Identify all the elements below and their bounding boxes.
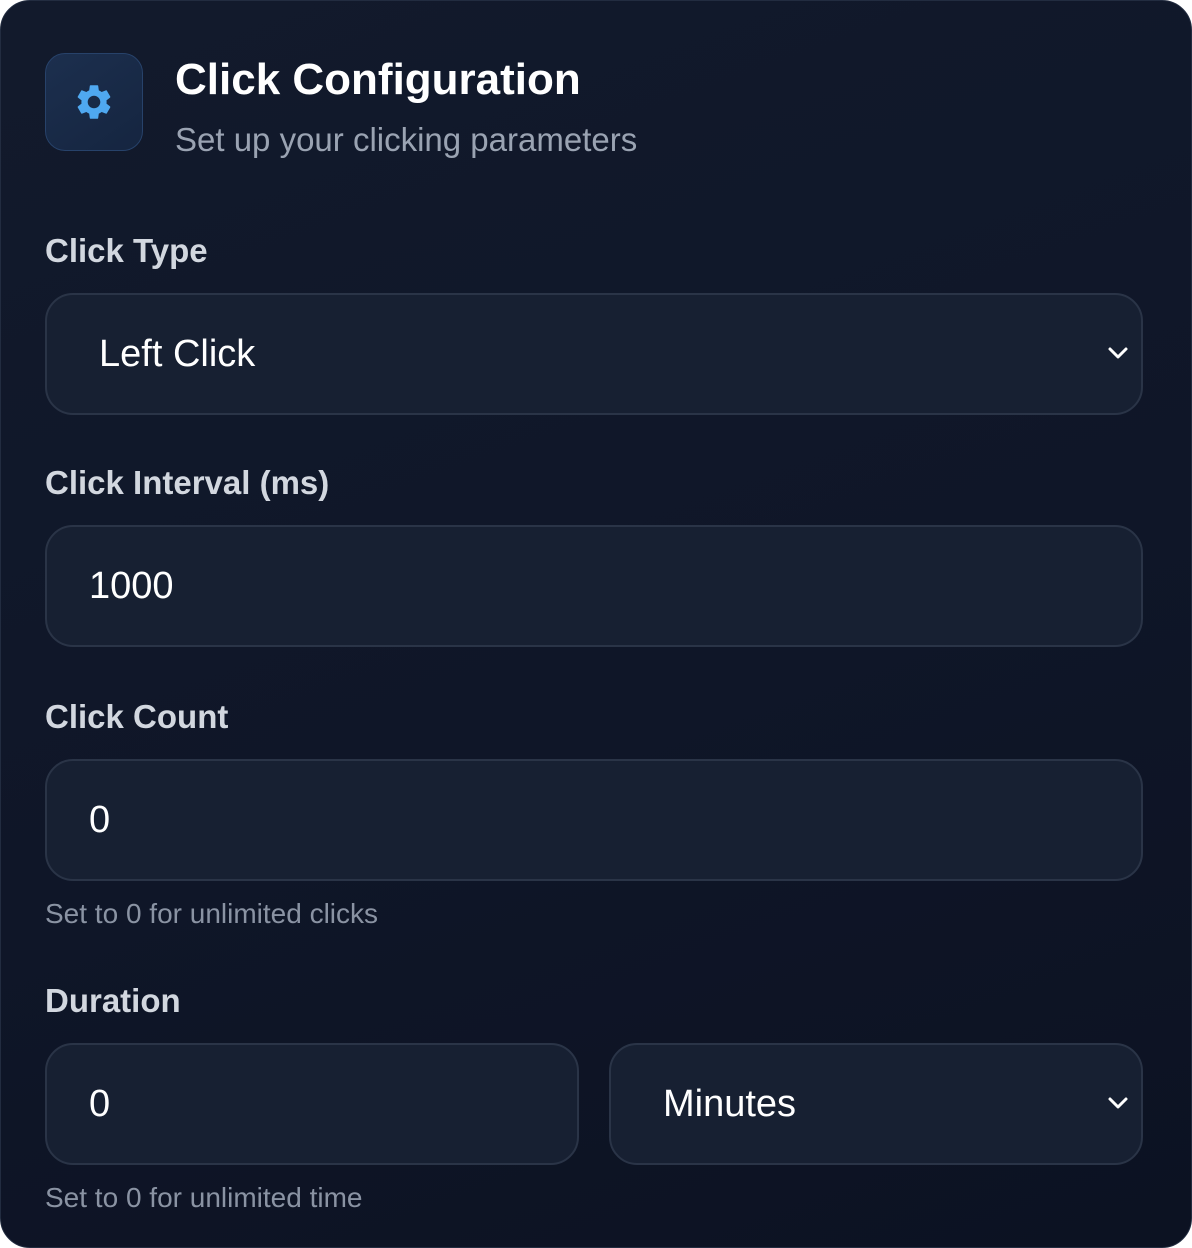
- gear-icon: [77, 85, 111, 119]
- click-interval-value: 1000: [89, 564, 174, 607]
- click-interval-label: Click Interval (ms): [45, 464, 330, 501]
- click-type-value: Left Click: [99, 332, 256, 375]
- click-interval-input[interactable]: 1000: [45, 525, 1143, 647]
- click-count-hint: Set to 0 for unlimited clicks: [45, 898, 379, 929]
- duration-hint: Set to 0 for unlimited time: [45, 1182, 363, 1213]
- click-count-value: 0: [89, 798, 111, 841]
- panel-title: Click Configuration: [175, 55, 581, 104]
- duration-label: Duration: [45, 982, 181, 1019]
- click-type-label: Click Type: [45, 232, 208, 269]
- click-configuration-panel: Click Configuration Set up your clicking…: [0, 0, 1192, 1248]
- click-count-input[interactable]: 0: [45, 759, 1143, 881]
- click-count-label: Click Count: [45, 698, 229, 735]
- panel-subtitle: Set up your clicking parameters: [175, 121, 638, 158]
- click-type-select[interactable]: Left Click: [45, 293, 1143, 415]
- duration-value: 0: [89, 1082, 111, 1125]
- duration-input[interactable]: 0: [45, 1043, 579, 1165]
- settings-icon-badge: [45, 53, 143, 151]
- chevron-down-icon: [1108, 347, 1128, 359]
- chevron-down-icon: [1108, 1097, 1128, 1109]
- duration-unit-value: Minutes: [663, 1082, 797, 1125]
- duration-unit-select[interactable]: Minutes: [609, 1043, 1143, 1165]
